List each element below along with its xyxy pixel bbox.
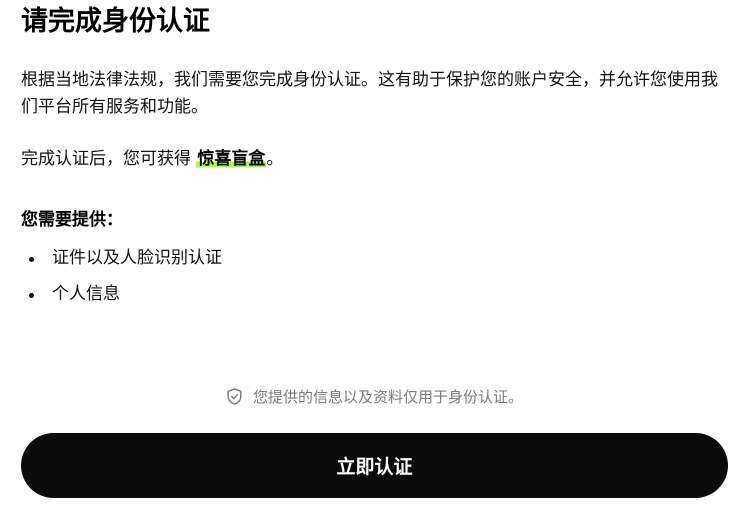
bullet-icon	[29, 257, 34, 262]
list-item: 证件以及人脸识别认证	[21, 245, 222, 272]
verify-now-button[interactable]: 立即认证	[21, 433, 728, 498]
reward-text: 完成认证后，您可获得 惊喜盲盒。	[21, 146, 283, 173]
intro-text: 根据当地法律法规，我们需要您完成身份认证。这有助于保护您的账户安全，并允许您使用…	[21, 70, 718, 117]
requirements-list: 证件以及人脸识别认证 个人信息	[21, 245, 222, 317]
shield-check-icon	[227, 387, 242, 405]
requirement-id-face: 证件以及人脸识别认证	[52, 248, 222, 268]
requirement-personal-info: 个人信息	[52, 284, 120, 304]
bullet-icon	[29, 293, 34, 298]
privacy-note: 您提供的信息以及资料仅用于身份认证。	[0, 382, 736, 410]
requirements-heading: 您需要提供：	[21, 210, 123, 230]
reward-prefix: 完成认证后，您可获得	[21, 149, 191, 169]
page-title: 请完成身份认证	[21, 6, 210, 37]
reward-suffix: 。	[266, 149, 284, 169]
reward-highlight: 惊喜盲盒	[196, 149, 267, 169]
list-item: 个人信息	[21, 281, 222, 308]
privacy-note-text: 您提供的信息以及资料仅用于身份认证。	[252, 387, 523, 406]
